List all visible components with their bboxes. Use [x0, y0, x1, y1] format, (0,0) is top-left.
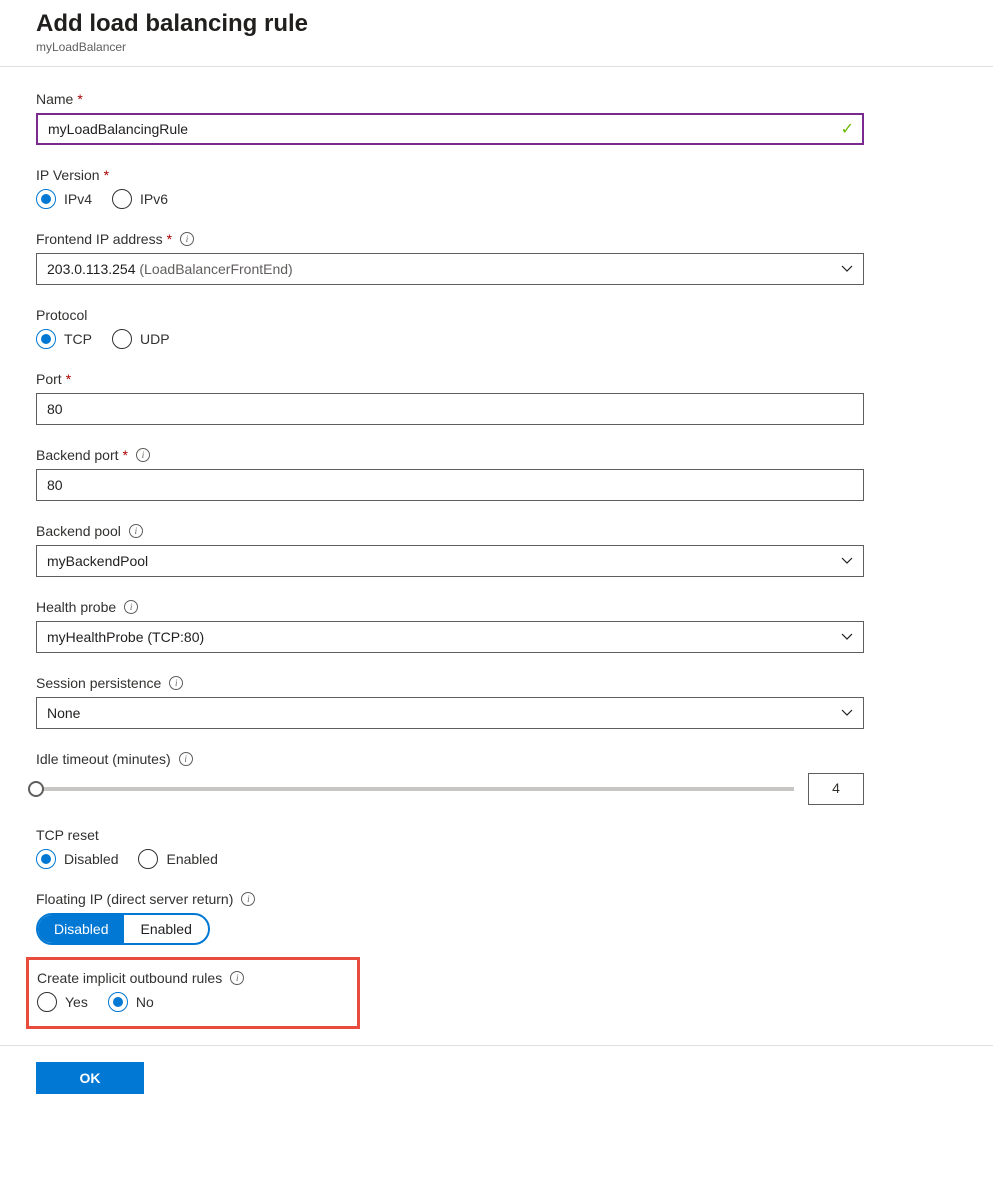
info-icon[interactable]: i: [129, 524, 143, 538]
radio-unselected-icon: [112, 329, 132, 349]
health-probe-label: Health probe i: [36, 599, 957, 615]
field-tcp-reset: TCP reset Disabled Enabled: [36, 827, 957, 869]
floating-ip-enabled[interactable]: Enabled: [124, 915, 207, 943]
slider-thumb[interactable]: [28, 781, 44, 797]
ok-button[interactable]: OK: [36, 1062, 144, 1094]
form-body: Name * ✓ IP Version * IPv4 IPv6 Frontend: [0, 67, 993, 1045]
frontend-ip-label: Frontend IP address * i: [36, 231, 957, 247]
session-persistence-dropdown[interactable]: None: [36, 697, 864, 729]
frontend-ip-name: (LoadBalancerFrontEnd): [139, 261, 292, 277]
info-icon[interactable]: i: [230, 971, 244, 985]
field-health-probe: Health probe i myHealthProbe (TCP:80): [36, 599, 957, 653]
field-backend-port: Backend port * i: [36, 447, 957, 501]
frontend-ip-dropdown[interactable]: 203.0.113.254 (LoadBalancerFrontEnd): [36, 253, 864, 285]
port-input[interactable]: [36, 393, 864, 425]
field-floating-ip: Floating IP (direct server return) i Dis…: [36, 891, 957, 945]
radio-ipv4[interactable]: IPv4: [36, 189, 92, 209]
info-icon[interactable]: i: [241, 892, 255, 906]
floating-ip-toggle[interactable]: Disabled Enabled: [36, 913, 210, 945]
idle-timeout-label: Idle timeout (minutes) i: [36, 751, 957, 767]
tcp-reset-label: TCP reset: [36, 827, 957, 843]
radio-tcp-reset-enabled[interactable]: Enabled: [138, 849, 217, 869]
info-icon[interactable]: i: [169, 676, 183, 690]
session-persistence-value: None: [47, 705, 80, 721]
required-star: *: [167, 231, 172, 247]
backend-pool-label: Backend pool i: [36, 523, 957, 539]
info-icon[interactable]: i: [180, 232, 194, 246]
radio-tcp[interactable]: TCP: [36, 329, 92, 349]
required-star: *: [104, 167, 109, 183]
session-persistence-label: Session persistence i: [36, 675, 957, 691]
check-icon: ✓: [841, 119, 854, 139]
info-icon[interactable]: i: [136, 448, 150, 462]
radio-selected-icon: [36, 849, 56, 869]
field-outbound-rules: Create implicit outbound rules i Yes No: [37, 970, 349, 1012]
health-probe-value: myHealthProbe (TCP:80): [47, 629, 204, 645]
chevron-down-icon: [841, 262, 853, 276]
floating-ip-label: Floating IP (direct server return) i: [36, 891, 957, 907]
page-title: Add load balancing rule: [36, 10, 957, 38]
idle-timeout-value[interactable]: 4: [808, 773, 864, 805]
protocol-label: Protocol: [36, 307, 957, 323]
required-star: *: [77, 91, 82, 107]
radio-selected-icon: [108, 992, 128, 1012]
port-label: Port *: [36, 371, 957, 387]
radio-outbound-yes[interactable]: Yes: [37, 992, 88, 1012]
field-port: Port *: [36, 371, 957, 425]
required-star: *: [123, 447, 128, 463]
radio-unselected-icon: [138, 849, 158, 869]
frontend-ip-value: 203.0.113.254: [47, 261, 136, 277]
radio-udp[interactable]: UDP: [112, 329, 170, 349]
panel-header: Add load balancing rule myLoadBalancer: [0, 0, 993, 67]
chevron-down-icon: [841, 554, 853, 568]
field-name: Name * ✓: [36, 91, 957, 145]
health-probe-dropdown[interactable]: myHealthProbe (TCP:80): [36, 621, 864, 653]
field-ip-version: IP Version * IPv4 IPv6: [36, 167, 957, 209]
field-frontend-ip: Frontend IP address * i 203.0.113.254 (L…: [36, 231, 957, 285]
outbound-rules-label: Create implicit outbound rules i: [37, 970, 349, 986]
field-idle-timeout: Idle timeout (minutes) i 4: [36, 751, 957, 805]
floating-ip-disabled[interactable]: Disabled: [38, 915, 124, 943]
idle-timeout-slider[interactable]: [36, 787, 794, 791]
field-protocol: Protocol TCP UDP: [36, 307, 957, 349]
field-backend-pool: Backend pool i myBackendPool: [36, 523, 957, 577]
required-star: *: [66, 371, 71, 387]
radio-tcp-reset-disabled[interactable]: Disabled: [36, 849, 118, 869]
radio-outbound-no[interactable]: No: [108, 992, 154, 1012]
resource-name: myLoadBalancer: [36, 40, 957, 54]
backend-pool-dropdown[interactable]: myBackendPool: [36, 545, 864, 577]
radio-unselected-icon: [112, 189, 132, 209]
radio-unselected-icon: [37, 992, 57, 1012]
ip-version-label: IP Version *: [36, 167, 957, 183]
backend-pool-value: myBackendPool: [47, 553, 148, 569]
backend-port-input[interactable]: [36, 469, 864, 501]
radio-selected-icon: [36, 329, 56, 349]
highlight-annotation: Create implicit outbound rules i Yes No: [26, 957, 360, 1029]
info-icon[interactable]: i: [179, 752, 193, 766]
name-input[interactable]: [36, 113, 864, 145]
field-session-persistence: Session persistence i None: [36, 675, 957, 729]
name-label: Name *: [36, 91, 957, 107]
chevron-down-icon: [841, 706, 853, 720]
info-icon[interactable]: i: [124, 600, 138, 614]
radio-selected-icon: [36, 189, 56, 209]
backend-port-label: Backend port * i: [36, 447, 957, 463]
panel-footer: OK: [0, 1045, 993, 1110]
chevron-down-icon: [841, 630, 853, 644]
radio-ipv6[interactable]: IPv6: [112, 189, 168, 209]
